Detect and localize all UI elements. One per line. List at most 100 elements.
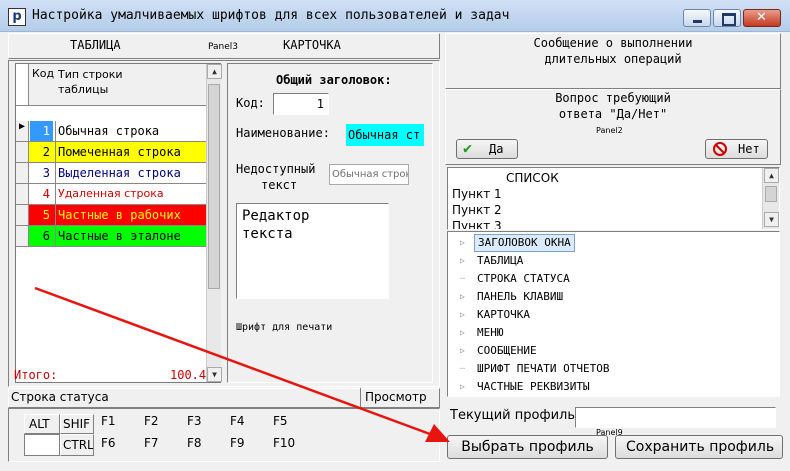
expand-arrow-icon[interactable]: ▷ [460,234,470,252]
row-code: 3 [30,163,53,183]
alt-key[interactable]: ALT [24,414,60,434]
code-field[interactable]: 1 [273,93,329,115]
grid-footer-label: Итого: [14,368,58,382]
yes-button[interactable]: ✔ Да [456,139,518,159]
grid-scroll-thumb[interactable] [208,84,220,289]
row-type: Выделенная строка [55,163,206,183]
list-scroll-up[interactable]: ▲ [764,168,779,183]
expand-arrow-icon[interactable]: ▷ [460,378,470,396]
grid-scroll-down[interactable]: ▼ [207,367,222,382]
table-row[interactable]: 5 Частные в рабочих [16,205,206,226]
table-row[interactable]: 4 Удаленная строка [16,184,206,205]
tree-item[interactable]: ▷ МЕНЮ [448,324,768,342]
row-type: Частные в рабочих [55,205,206,225]
panel3-label: Panel3 [208,42,239,52]
code-label: Код: [236,96,265,110]
function-key[interactable]: F9 [230,436,245,450]
tree-item-label: СТРОКА СТАТУСА [477,272,570,285]
name-label: Наименование: [236,126,330,140]
list-item[interactable]: Пункт 2 [452,202,502,218]
list-item[interactable]: Пункт 3 [452,218,502,229]
grid-scrollbar[interactable]: ▲ ▼ [206,64,222,382]
row-code: 5 [30,205,53,225]
expand-arrow-icon[interactable]: ▷ [460,306,470,324]
row-indicator: ▶ [16,121,29,141]
shift-key-label: SHIF [63,417,91,431]
ctrl-key[interactable]: CTRL [60,434,94,456]
tree-item-label: ТАБЛИЦА [477,254,524,267]
list-scroll-thumb[interactable] [765,186,777,202]
close-button[interactable] [743,9,781,27]
panel2-label: Panel2 [596,126,623,135]
list-scrollbar[interactable]: ▲ ▼ [762,168,779,229]
maximize-button[interactable] [713,9,741,27]
col-code-header[interactable]: Код [32,67,54,80]
col-type-header[interactable]: Тип строки таблицы [58,67,168,97]
tree-item-label: ПАНЕЛЬ КЛАВИШ [477,290,564,303]
settings-tree[interactable]: ▷ ЗАГОЛОВОК ОКНА ▷ ТАБЛИЦА ┈ СТРОКА СТАТУСА ▷ П… [447,231,780,397]
list-box[interactable]: СПИСОК Пункт 1 Пункт 2 Пункт 3 ▲ ▼ [447,167,780,230]
preview-label: Просмотр [365,390,427,404]
tree-line-icon: ┈ [460,364,465,373]
ctrl-key-label: CTRL [63,438,94,452]
status-label: Строка статуса [11,390,109,404]
tree-item-label: КАРТОЧКА [477,308,530,321]
table-row[interactable]: ▶ 1 Обычная строка [16,121,206,142]
expand-arrow-icon[interactable]: ▷ [460,252,470,270]
function-key[interactable]: F8 [187,436,202,450]
function-key[interactable]: F1 [101,414,116,428]
tree-item[interactable]: ▷ КАРТОЧКА [448,306,768,324]
tree-item[interactable]: ▷ ТАБЛИЦА [448,252,768,270]
grid-corner [16,64,29,105]
card-header: КАРТОЧКА [283,38,341,52]
expand-arrow-icon[interactable]: ▷ [460,324,470,342]
minimize-button[interactable] [683,9,711,27]
tree-line-icon: ┈ [460,274,465,283]
window-title: Настройка умалчиваемых шрифтов для всех … [32,8,510,23]
select-profile-button[interactable]: Выбрать профиль [447,435,608,459]
function-key[interactable]: F6 [101,436,116,450]
function-key[interactable]: F2 [144,414,159,428]
save-profile-label: Сохранить профиль [626,439,775,455]
save-profile-button[interactable]: Сохранить профиль [615,435,783,459]
app-icon: p [8,8,26,26]
table-row[interactable]: 3 Выделенная строка [16,163,206,184]
name-field[interactable]: Обычная ст [346,124,424,146]
row-code: 6 [30,226,53,246]
tree-item[interactable]: ▷ СООБЩЕНИЕ [448,342,768,360]
tree-item[interactable]: ▷ ПАНЕЛЬ КЛАВИШ [448,288,768,306]
tree-item[interactable]: ┈ СТРОКА СТАТУСА [448,270,768,288]
function-key[interactable]: F7 [144,436,159,450]
list-item[interactable]: Пункт 1 [452,186,502,202]
tree-item[interactable]: ┈ ШРИФТ ПЕЧАТИ ОТЧЕТОВ [448,360,768,378]
expand-arrow-icon[interactable]: ▷ [460,288,470,306]
yes-button-label: Да [489,142,504,156]
grid-header: Код Тип строки таблицы [16,64,206,106]
current-profile-field[interactable] [575,407,776,428]
question-line-1: Вопрос требующий [555,91,671,105]
no-button[interactable]: Нет [705,139,768,159]
function-key[interactable]: F5 [273,414,288,428]
row-indicator [16,142,29,162]
table-row[interactable]: 6 Частные в эталоне [16,226,206,247]
function-key[interactable]: F4 [230,414,245,428]
check-icon: ✔ [463,139,473,157]
row-code: 4 [30,184,53,204]
function-key[interactable]: F3 [187,414,202,428]
function-key[interactable]: F10 [273,436,295,450]
editor-line-2: текста [242,226,293,242]
grid-scroll-up[interactable]: ▲ [207,64,222,79]
grid-footer-value: 100.4 [170,368,207,382]
select-profile-label: Выбрать профиль [461,439,594,455]
unavailable-label-2: текст [261,178,298,192]
shift-key[interactable]: SHIF [60,414,94,434]
tree-item-label: СООБЩЕНИЕ [477,344,537,357]
font-grid[interactable]: Код Тип строки таблицы ▶ 1 Обычная строка 2… [15,63,222,383]
tree-item[interactable]: ▷ ЧАСТНЫЕ РЕКВИЗИТЫ [448,378,768,396]
table-row[interactable]: 2 Помеченная строка [16,142,206,163]
row-indicator [16,226,29,246]
expand-arrow-icon[interactable]: ▷ [460,342,470,360]
list-scroll-down[interactable]: ▼ [764,212,779,227]
list-header: СПИСОК [506,171,559,185]
tree-item[interactable]: ▷ ЗАГОЛОВОК ОКНА [448,234,768,252]
